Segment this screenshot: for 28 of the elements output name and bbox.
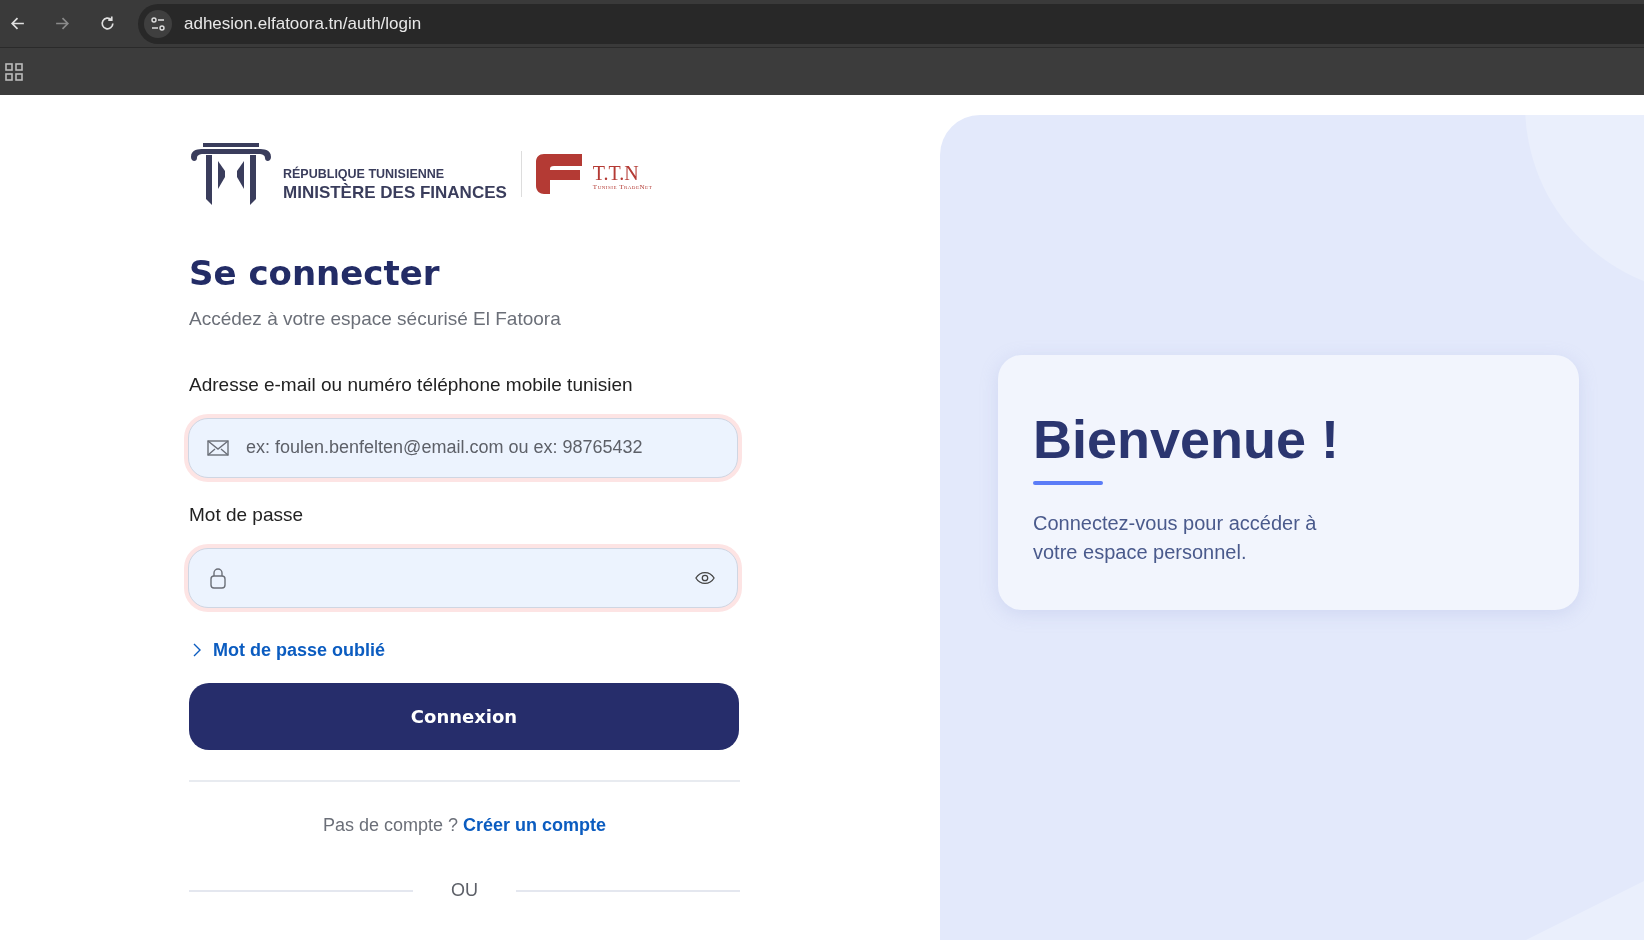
reload-icon[interactable] — [99, 15, 116, 32]
address-bar[interactable]: adhesion.elfatoora.tn/auth/login — [138, 3, 1644, 44]
create-account-link[interactable]: Créer un compte — [463, 815, 607, 836]
forgot-password-link[interactable]: Mot de passe oublié — [189, 639, 386, 661]
partner-mark: T.T.N — [592, 163, 640, 183]
signup-prompt: Pas de compte ? — [322, 815, 458, 836]
ministry-subtitle: RÉPUBLIQUE TUNISIENNE — [283, 167, 446, 181]
password-field[interactable] — [188, 547, 738, 608]
field-label: Adresse e-mail ou numéro téléphone mobile tunisien — [189, 373, 634, 396]
chevron-icon — [193, 643, 201, 658]
separator-label: OU — [451, 880, 478, 902]
page-subtitle: Accédez à votre espace sécurisé El Fatoora — [189, 307, 562, 330]
login-button[interactable]: Connexion — [189, 683, 739, 751]
welcome-text: Connectez-vous pour accéder à votre espace personnel. — [1033, 511, 1318, 566]
lock-icon — [207, 566, 229, 589]
title-underline — [1033, 481, 1103, 486]
page-title: Se connecter — [189, 253, 441, 294]
brand-logo-icon — [535, 154, 582, 194]
show-password-icon[interactable] — [695, 570, 715, 585]
back-icon[interactable] — [9, 15, 26, 32]
field-label: Mot de passe — [189, 503, 305, 526]
forward-icon[interactable] — [54, 15, 71, 32]
apps-icon[interactable] — [5, 62, 23, 81]
ministry-name: MINISTÈRE DES FINANCES — [283, 183, 507, 203]
email-field[interactable]: ex: foulen.benfelten@email.com ou ex: 98765432 — [188, 417, 738, 478]
site-settings-icon[interactable] — [144, 9, 172, 38]
column-logo-icon — [189, 143, 273, 205]
welcome-title: Bienvenue ! — [1033, 410, 1341, 470]
